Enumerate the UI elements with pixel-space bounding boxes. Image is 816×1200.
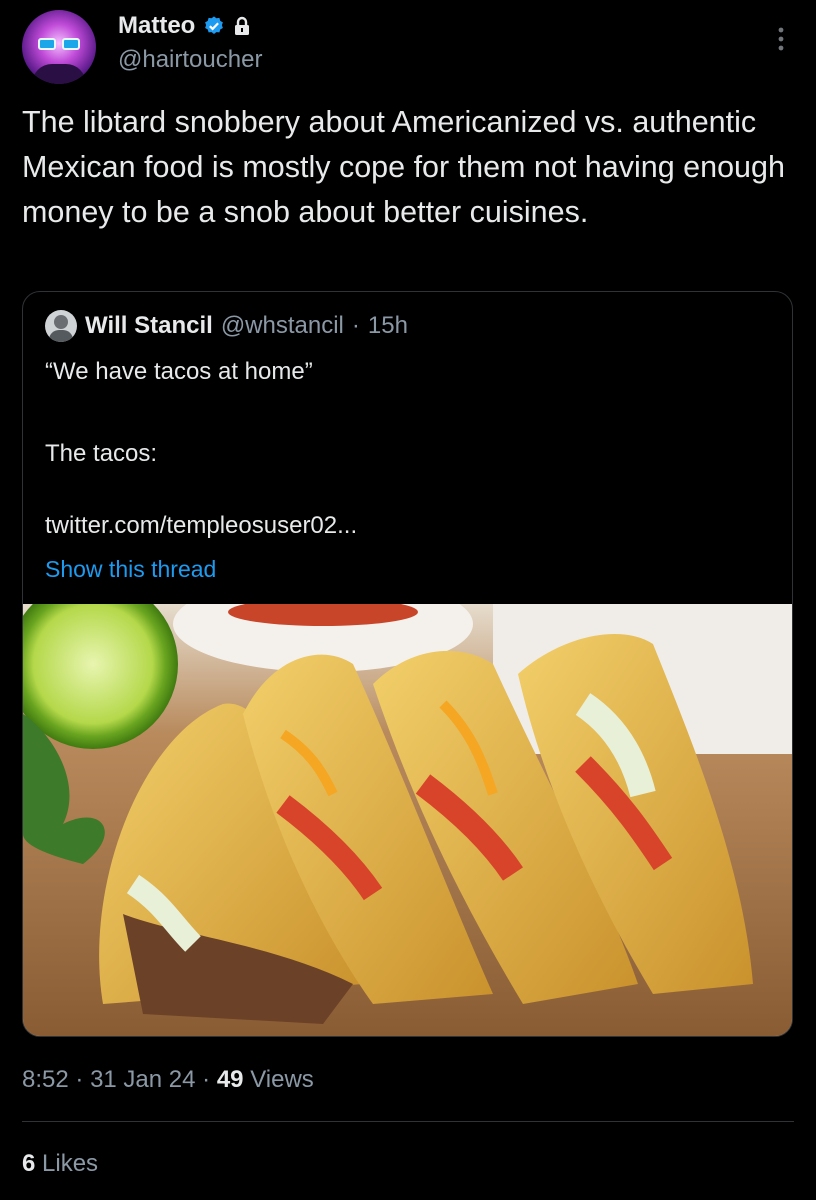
- verified-badge-icon: [205, 16, 224, 34]
- author-avatar[interactable]: [22, 10, 96, 84]
- quoted-text-line1: “We have tacos at home”: [45, 358, 313, 385]
- likes-label: Likes: [42, 1150, 99, 1177]
- quoted-timestamp: 15h: [367, 312, 408, 339]
- quoted-separator: ·: [351, 312, 360, 339]
- tweet-text: The libtard snobbery about Americanized …: [22, 105, 785, 229]
- author-name-row: Matteo: [118, 12, 251, 40]
- quoted-author-name: Will Stancil: [85, 312, 213, 339]
- tweet-time: 8:52: [22, 1066, 69, 1093]
- avatar-body: [32, 64, 86, 84]
- meta-separator: ·: [202, 1066, 211, 1093]
- quoted-link[interactable]: twitter.com/templeosuser02...: [45, 512, 357, 540]
- avatar-glasses: [38, 38, 80, 50]
- quoted-author-avatar: [45, 310, 77, 342]
- lock-icon: [235, 16, 250, 35]
- show-thread-link[interactable]: Show this thread: [45, 556, 216, 583]
- views-count[interactable]: 49: [217, 1066, 244, 1093]
- tacos-photo[interactable]: [23, 604, 792, 1036]
- tweet-metadata: 8:52 · 31 Jan 24 · 49 Views: [22, 1066, 314, 1094]
- quoted-text-line2: The tacos:: [45, 440, 158, 467]
- author-handle[interactable]: @hairtoucher: [118, 46, 262, 74]
- divider: [22, 1121, 794, 1122]
- meta-separator: ·: [75, 1066, 84, 1093]
- likes-count: 6: [22, 1150, 36, 1177]
- views-label: Views: [250, 1066, 314, 1093]
- more-dots: [778, 27, 784, 51]
- tweet-date: 31 Jan 24: [90, 1066, 196, 1093]
- quoted-tweet-card[interactable]: Will Stancil @whstancil · 15h “We have t…: [22, 291, 793, 1037]
- likes-stat[interactable]: 6 Likes: [22, 1150, 98, 1178]
- quoted-tweet-header: Will Stancil @whstancil · 15h: [45, 310, 408, 342]
- author-name[interactable]: Matteo: [118, 12, 195, 40]
- more-vertical-icon[interactable]: [768, 24, 794, 54]
- quoted-author-handle: @whstancil: [220, 312, 344, 339]
